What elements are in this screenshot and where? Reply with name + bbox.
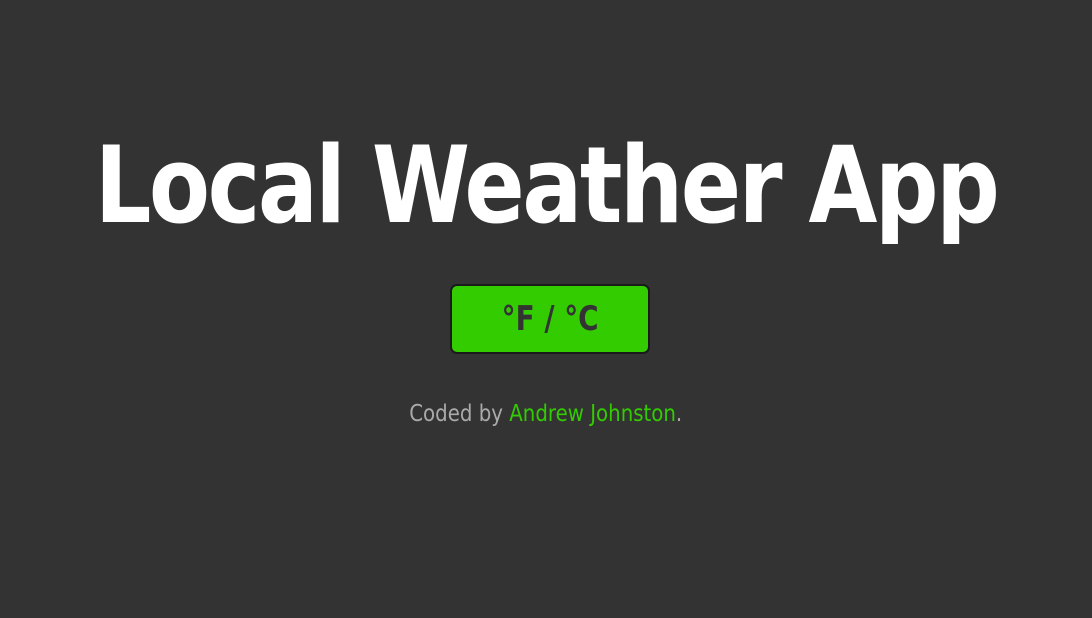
app-title: Local Weather App [94, 124, 1000, 248]
credit-suffix: . [676, 401, 683, 427]
credit-prefix: Coded by [409, 401, 510, 427]
temperature-unit-toggle-button[interactable]: °F / °C [450, 284, 650, 354]
weather-app-page: Local Weather App °F / °C Coded by Andre… [0, 0, 1092, 618]
unit-toggle-label: °F / °C [501, 299, 599, 339]
footer-credit: Coded by Andrew Johnston. [0, 398, 1092, 430]
author-link[interactable]: Andrew Johnston [510, 401, 677, 427]
